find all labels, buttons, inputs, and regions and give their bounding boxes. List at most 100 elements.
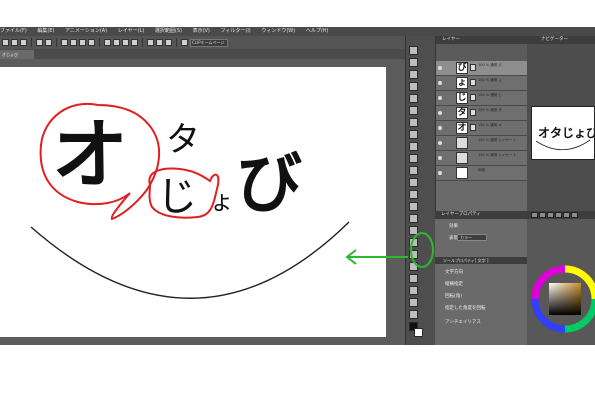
tool-decoration[interactable] — [409, 166, 418, 175]
tool-balloon[interactable] — [409, 274, 418, 283]
menu-edit[interactable]: 編集(E) — [37, 27, 54, 36]
menu-layer[interactable]: レイヤー(L) — [118, 27, 145, 36]
sub-color-swatch[interactable] — [414, 328, 423, 337]
tool-fill[interactable] — [409, 202, 418, 211]
vertical-horizontal-label[interactable]: 縦横指定 — [445, 281, 463, 287]
layer-meta: 100 % 通常 レイヤー 1 — [478, 153, 516, 157]
ruler-button[interactable] — [181, 39, 188, 46]
layer-meta: 100 % 通常 オ — [478, 123, 502, 127]
color-slider-tab[interactable] — [539, 212, 546, 218]
eye-icon[interactable] — [438, 141, 442, 145]
layer-panel-toolbar — [436, 44, 528, 61]
clip-studio-window: ファイル(F) 編集(E) アニメーション(A) レイヤー(L) 選択範囲(S)… — [0, 27, 595, 345]
eye-icon[interactable] — [438, 66, 442, 70]
layer-row[interactable]: ょ 100 % 通常 ょ — [436, 76, 528, 91]
tool-airbrush[interactable] — [409, 154, 418, 163]
color-wheel[interactable] — [527, 219, 595, 345]
menu-select[interactable]: 選択範囲(S) — [155, 27, 182, 36]
undo-button[interactable] — [36, 39, 43, 46]
clear-button[interactable] — [61, 39, 68, 46]
paste-button[interactable] — [88, 39, 95, 46]
approximate-color-tab[interactable] — [563, 212, 570, 218]
tool-gradient[interactable] — [409, 214, 418, 223]
navigator-preview-art: オタじょび — [535, 125, 595, 151]
color-wheel-tab[interactable] — [531, 212, 538, 218]
transform-button[interactable] — [104, 39, 111, 46]
menu-view[interactable]: 表示(V) — [193, 27, 210, 36]
tool-operation[interactable] — [409, 70, 418, 79]
canvas-area: オ タ じ ょ び — [0, 59, 405, 345]
color-history-tab[interactable] — [571, 212, 578, 218]
eye-icon[interactable] — [438, 171, 442, 175]
layer-row[interactable]: オ 100 % 通常 オ — [436, 121, 528, 136]
menu-window[interactable]: ウィンドウ(W) — [261, 27, 295, 36]
tool-pencil[interactable] — [409, 130, 418, 139]
layer-row[interactable]: タ 100 % 通常 タ — [436, 106, 528, 121]
layer-row[interactable]: 100 % 通常 レイヤー 1 — [436, 151, 528, 166]
text-layer-icon — [470, 64, 476, 71]
eye-icon[interactable] — [438, 96, 442, 100]
tool-text[interactable] — [409, 238, 418, 247]
eye-icon[interactable] — [438, 81, 442, 85]
redo-button[interactable] — [45, 39, 52, 46]
tool-eraser[interactable] — [409, 178, 418, 187]
tool-select[interactable] — [409, 82, 418, 91]
clip-homepage-button[interactable]: CLIPホームページ — [190, 38, 228, 47]
invert-selection-button[interactable] — [122, 39, 129, 46]
color-mode-select[interactable]: カラー — [457, 234, 487, 241]
show-selection-button[interactable] — [131, 39, 138, 46]
layer-row[interactable]: じ 100 % 通常 じ — [436, 91, 528, 106]
tool-shape[interactable] — [409, 298, 418, 307]
canvas-char-o: オ — [52, 110, 128, 199]
tool-strip — [405, 36, 436, 345]
layer-meta: 100 % 通常 じ — [478, 93, 502, 97]
tool-gradient-2[interactable] — [409, 310, 418, 319]
menu-help[interactable]: ヘルプ(H) — [306, 27, 329, 36]
canvas-paper[interactable]: オ タ じ ょ び — [0, 67, 386, 337]
menu-animation[interactable]: アニメーション(A) — [65, 27, 107, 36]
cut-button[interactable] — [70, 39, 77, 46]
color-set-tab[interactable] — [547, 212, 554, 218]
rotate-option[interactable]: 指定した角度を回転 — [445, 305, 486, 311]
new-file-button[interactable] — [2, 39, 9, 46]
tool-pen[interactable] — [409, 118, 418, 127]
tool-ruler[interactable] — [409, 262, 418, 271]
snap-grid-button[interactable] — [156, 39, 163, 46]
snap-perspective-button[interactable] — [165, 39, 172, 46]
deselect-button[interactable] — [113, 39, 120, 46]
tool-move[interactable] — [409, 58, 418, 67]
intermediate-color-tab[interactable] — [555, 212, 562, 218]
snap-ruler-button[interactable] — [147, 39, 154, 46]
layer-row[interactable]: 100 % 通常 レイヤー 2 — [436, 136, 528, 151]
tool-zoom[interactable] — [409, 46, 418, 55]
layer-row[interactable]: び 100 % 通常 び — [436, 61, 528, 76]
document-tab[interactable]: オじょび — [0, 50, 34, 59]
eye-icon[interactable] — [438, 126, 442, 130]
layer-row[interactable]: 用紙 — [436, 166, 528, 181]
open-file-button[interactable] — [11, 39, 18, 46]
tool-auto-select[interactable] — [409, 94, 418, 103]
preview-arc — [535, 139, 591, 151]
tool-figure[interactable] — [409, 226, 418, 235]
color-panel-tabs — [527, 211, 595, 219]
menu-filter[interactable]: フィルター(I) — [220, 27, 250, 36]
layer-panel: レイヤー び 100 % 通常 び ょ 100 % 通常 ょ じ 100 % 通… — [435, 36, 528, 211]
text-direction-label: 文字方向 — [445, 270, 463, 275]
menu-file[interactable]: ファイル(F) — [0, 27, 27, 36]
tool-eyedropper[interactable] — [409, 106, 418, 115]
text-layer-icon — [470, 79, 476, 86]
navigator-preview[interactable]: オタじょび — [531, 106, 595, 160]
layer-thumbnail: じ — [456, 92, 468, 104]
tool-correct-line[interactable] — [409, 286, 418, 295]
rotate-label: 回転(角) — [445, 294, 463, 299]
eye-icon[interactable] — [438, 111, 442, 115]
eye-icon[interactable] — [438, 156, 442, 160]
tool-frame[interactable] — [409, 250, 418, 259]
save-button[interactable] — [20, 39, 27, 46]
effect-label: 効果 — [449, 224, 458, 229]
tool-brush[interactable] — [409, 142, 418, 151]
tool-blend[interactable] — [409, 190, 418, 199]
layer-meta: 用紙 — [478, 168, 485, 172]
copy-button[interactable] — [79, 39, 86, 46]
text-layer-icon — [470, 124, 476, 131]
